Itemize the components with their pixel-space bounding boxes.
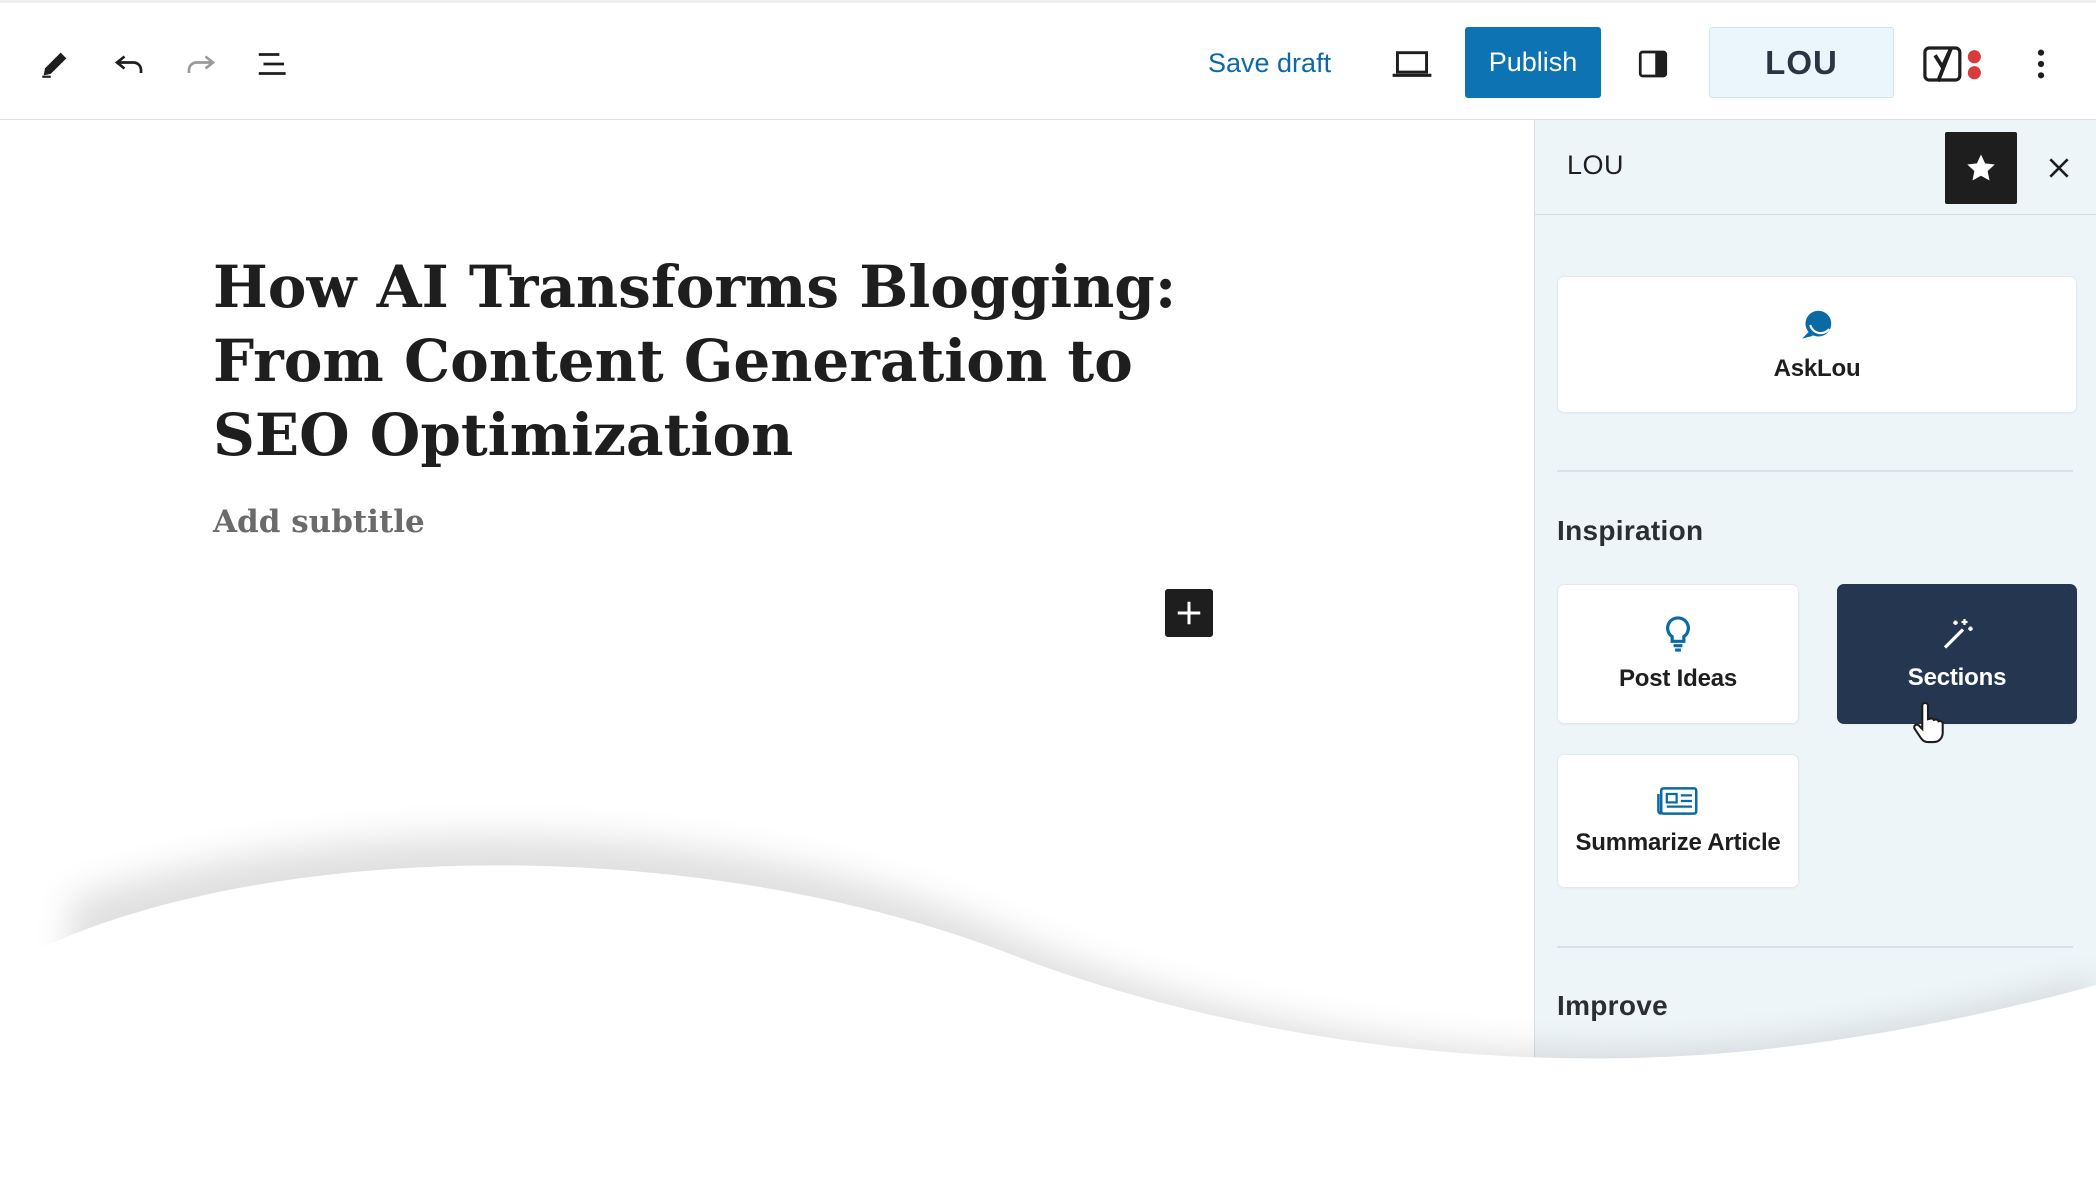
post-title[interactable]: How AI Transforms Blogging: From Content… [213,250,1263,472]
close-icon [2049,158,2069,178]
asklou-card[interactable]: AskLou [1557,276,2077,413]
preview-laptop-icon [1392,51,1432,77]
redo-button[interactable] [176,39,226,89]
chat-bubbles-icon [1802,310,1832,339]
undo-icon [114,55,143,73]
lou-plugin-button[interactable]: LOU [1709,27,1894,98]
add-block-button[interactable] [1165,589,1213,637]
pencil-icon [42,52,67,78]
redo-icon [187,55,216,73]
editor-canvas: How AI Transforms Blogging: From Content… [0,120,1534,1185]
sidebar-title: LOU [1567,150,1625,180]
editor-window: Save draft Publish LOU How AI Transforms… [0,0,2096,1185]
sidebar-toggle-icon [1638,50,1668,78]
summarize-article-card[interactable]: Summarize Article [1557,754,1799,888]
lightbulb-icon [1666,616,1690,652]
newspaper-icon [1657,787,1698,815]
top-toolbar: Save draft Publish LOU [0,0,2096,120]
yoast-icon [1923,46,1981,83]
sections-card[interactable]: Sections [1837,584,2077,724]
undo-button[interactable] [104,39,154,89]
preview-button[interactable] [1386,39,1438,89]
sidebar-divider [1557,946,2073,948]
edit-mode-button[interactable] [30,39,80,89]
lou-sidebar: LOU AskLou Inspiration Post Ideas Sectio… [1534,120,2096,1185]
list-view-button[interactable] [248,39,298,89]
sections-label: Sections [1907,664,2007,691]
sidebar-header: LOU [1535,120,2096,215]
improve-heading: Improve [1557,990,1669,1021]
star-icon [1967,154,1995,181]
close-sidebar-button[interactable] [2035,144,2083,192]
publish-button[interactable]: Publish [1465,27,1601,98]
post-ideas-label: Post Ideas [1618,665,1738,692]
save-draft-button[interactable]: Save draft [1192,39,1347,87]
inspiration-heading: Inspiration [1557,515,1704,546]
sidebar-divider [1557,470,2073,472]
hand-cursor-icon [1913,702,1944,744]
settings-sidebar-toggle[interactable] [1628,39,1678,89]
pin-star-button[interactable] [1945,132,2017,204]
asklou-label: AskLou [1773,354,1861,382]
magic-wand-icon [1943,619,1973,649]
options-menu-button[interactable] [2016,39,2066,89]
more-vertical-icon [2037,49,2045,79]
subtitle-field[interactable]: Add subtitle [213,504,425,540]
list-view-icon [258,53,286,75]
yoast-button[interactable] [1922,39,1986,89]
post-ideas-card[interactable]: Post Ideas [1557,584,1799,724]
plus-icon [1177,601,1201,625]
summarize-article-label: Summarize Article [1575,829,1781,856]
